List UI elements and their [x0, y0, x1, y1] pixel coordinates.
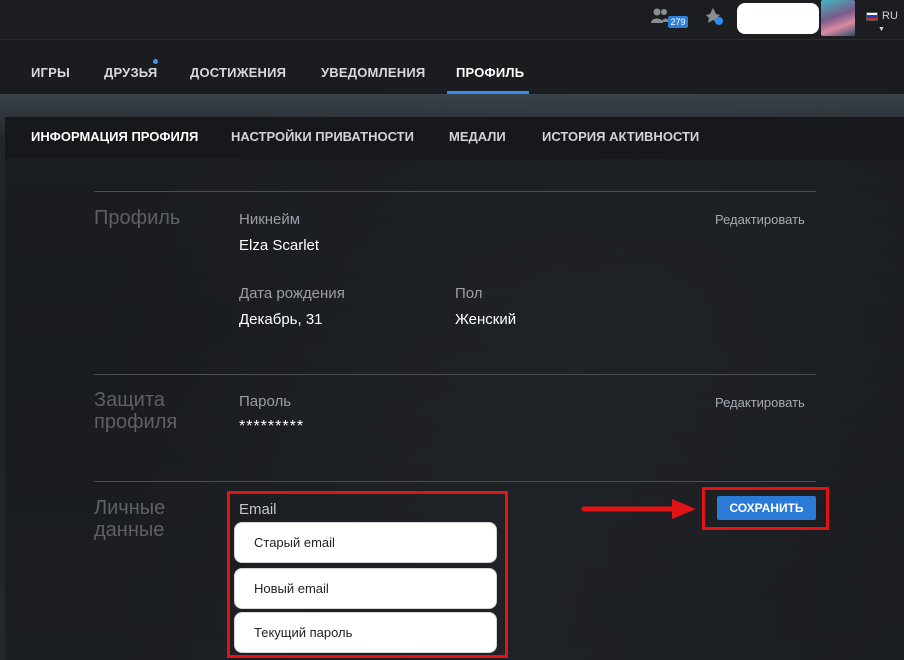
save-button[interactable]: СОХРАНИТЬ: [717, 496, 816, 520]
top-bar: 279 RU ▼: [0, 0, 904, 40]
edit-profile-link[interactable]: Редактировать: [715, 212, 805, 227]
section-divider: [94, 191, 816, 192]
birthday-value: Декабрь, 31: [239, 311, 323, 328]
nickname-label: Никнейм: [239, 211, 301, 228]
red-arrow-icon: [581, 499, 696, 519]
section-title-security-line1: Защита: [94, 389, 165, 411]
russia-flag-icon[interactable]: [866, 12, 878, 21]
friends-count-badge: 279: [668, 16, 688, 28]
friends-new-indicator: [153, 59, 158, 64]
tab-achievements[interactable]: ДОСТИЖЕНИЯ: [190, 65, 286, 80]
avatar[interactable]: [821, 0, 855, 36]
section-title-personal-line1: Личные: [94, 497, 166, 519]
username-box[interactable]: [737, 3, 819, 34]
profile-sub-navigation: ИНФОРМАЦИЯ ПРОФИЛЯ НАСТРОЙКИ ПРИВАТНОСТИ…: [5, 117, 904, 159]
birthday-label: Дата рождения: [239, 285, 345, 302]
tab-profile-info[interactable]: ИНФОРМАЦИЯ ПРОФИЛЯ: [31, 129, 198, 144]
section-divider: [94, 481, 816, 482]
tab-medals[interactable]: МЕДАЛИ: [449, 129, 506, 144]
tab-privacy-settings[interactable]: НАСТРОЙКИ ПРИВАТНОСТИ: [231, 129, 414, 144]
password-label: Пароль: [239, 393, 292, 410]
section-divider: [94, 374, 816, 375]
password-value: *********: [239, 418, 305, 435]
section-title-profile: Профиль: [94, 207, 181, 229]
tab-profile[interactable]: ПРОФИЛЬ: [456, 65, 524, 80]
notification-dot: [715, 17, 723, 25]
tab-notifications[interactable]: УВЕДОМЛЕНИЯ: [321, 65, 425, 80]
old-email-input[interactable]: [234, 522, 497, 563]
new-email-input[interactable]: [234, 568, 497, 609]
main-navigation: ИГРЫ ДРУЗЬЯ ДОСТИЖЕНИЯ УВЕДОМЛЕНИЯ ПРОФИ…: [0, 40, 904, 94]
friends-icon[interactable]: [650, 7, 670, 25]
gender-value: Женский: [455, 311, 517, 328]
chevron-down-icon[interactable]: ▼: [878, 26, 885, 33]
tab-activity-history[interactable]: ИСТОРИЯ АКТИВНОСТИ: [542, 129, 699, 144]
email-label: Email: [239, 501, 277, 518]
edit-security-link[interactable]: Редактировать: [715, 395, 805, 410]
current-password-input[interactable]: [234, 612, 497, 653]
language-selector[interactable]: RU: [882, 10, 898, 22]
section-title-personal-line2: данные: [94, 519, 165, 541]
tab-friends[interactable]: ДРУЗЬЯ: [104, 65, 157, 80]
tab-games[interactable]: ИГРЫ: [31, 65, 70, 80]
gender-label: Пол: [455, 285, 483, 302]
section-title-security-line2: профиля: [94, 411, 178, 433]
nickname-value: Elza Scarlet: [239, 237, 320, 254]
